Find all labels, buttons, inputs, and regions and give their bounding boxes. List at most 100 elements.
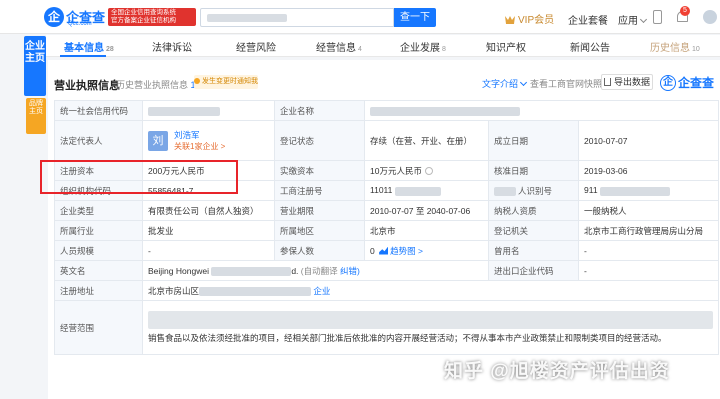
import-export-label: 进出口企业代码 <box>488 260 579 281</box>
company-type-label: 企业类型 <box>54 200 143 221</box>
search-blurred-text <box>207 14 287 22</box>
notify-icon <box>194 78 200 84</box>
company-type-value: 有限责任公司（自然人独资） <box>142 200 275 221</box>
tab-label: 知识产权 <box>486 43 526 54</box>
company-name-value <box>363 100 720 121</box>
reg-authority-label: 登记机关 <box>488 220 579 241</box>
blurred-value <box>599 186 670 196</box>
trend-link[interactable]: 趋势图 > <box>377 246 423 256</box>
table-row: 所属行业 批发业 所属地区 北京市 登记机关 北京市工商行政管理局房山分局 <box>54 220 720 241</box>
tab-ip[interactable]: 知识产权 <box>486 39 526 54</box>
biz-reg-cell: 11011 <box>364 180 489 201</box>
term-label: 营业期限 <box>274 200 365 221</box>
official-snapshot-link[interactable]: 查看工商官网快照 <box>530 77 602 90</box>
insured-cell: 0 趋势图 > <box>364 240 489 261</box>
address-label: 注册地址 <box>54 280 143 301</box>
credit-code-label: 统一社会信用代码 <box>54 100 143 121</box>
active-tab-indicator <box>60 55 106 57</box>
scope-value: 销售食品以及依法须经批准的项目，经相关部门批准后依批准的内容开展经营活动；不得从… <box>148 333 667 343</box>
table-row: 英文名 Beijing Hongwei d. (自动翻译 纠错) 进出口企业代码… <box>54 260 720 281</box>
english-name-suffix: d. <box>291 265 299 276</box>
user-avatar[interactable] <box>703 10 717 24</box>
change-notify-button[interactable]: 发生变更时通知我 <box>194 75 258 89</box>
table-row: 人员规模 - 参保人数 0 趋势图 > 曾用名 - <box>54 240 720 261</box>
correction-link[interactable]: 纠错) <box>340 266 360 276</box>
tab-label: 历史信息 <box>650 43 690 54</box>
taxpayer-id-label-cell: 人识别号 <box>488 180 579 201</box>
brand-mark: 企 <box>660 74 676 91</box>
history-license-link[interactable]: 历史营业执照信息 1 <box>116 78 196 91</box>
taxpayer-id-cell: 911 <box>577 180 720 201</box>
crown-icon <box>505 16 515 24</box>
qcc-brand-logo: 企企查查 <box>660 74 714 92</box>
legal-rep-avatar: 刘 <box>148 130 168 151</box>
paid-capital-cell: 10万元人民币 <box>364 160 489 181</box>
tab-label: 基本信息 <box>64 43 104 54</box>
former-name-label: 曾用名 <box>488 240 579 261</box>
text-intro-link[interactable]: 文字介绍 <box>482 77 528 90</box>
region-label: 所属地区 <box>274 220 365 241</box>
staff-size-value: - <box>142 240 275 261</box>
search-input[interactable] <box>200 8 394 27</box>
badge-line-2: 官方备案企业征信机构 <box>111 17 176 24</box>
vip-link[interactable]: VIP会员 <box>505 11 554 26</box>
credit-code-value <box>142 100 275 121</box>
est-date-value: 2010-07-07 <box>577 120 720 161</box>
tab-development[interactable]: 企业发展 8 <box>400 39 446 54</box>
search-button[interactable]: 查一下 <box>394 8 436 27</box>
section-tabs: 基本信息 28 法律诉讼 经营风险 经营信息 4 企业发展 8 知识产权 新闻公告 历… <box>46 35 720 57</box>
export-icon <box>603 78 611 86</box>
english-name-label: 英文名 <box>54 260 143 281</box>
tab-basic-info[interactable]: 基本信息 28 <box>64 39 114 54</box>
address-nearby-link[interactable]: 企业 <box>313 286 330 296</box>
insured-label: 参保人数 <box>274 240 365 261</box>
zhihu-watermark: 知乎 @旭楼资产评估出资 <box>444 361 670 382</box>
help-icon[interactable] <box>424 166 433 175</box>
legal-rep-cell[interactable]: 刘刘浩军关联1家企业 > <box>142 120 275 161</box>
table-row: 法定代表人 刘刘浩军 关联1家企业 > 登记状态 存续（在营、开业、在册） 成立日… <box>54 120 720 161</box>
paid-capital-label: 实缴资本 <box>274 160 365 181</box>
insured-value: 0 <box>370 245 375 256</box>
export-button[interactable]: 导出数据 <box>601 74 653 90</box>
tab-business-info[interactable]: 经营信息 4 <box>316 39 362 54</box>
license-info-table: 统一社会信用代码 企业名称 法定代表人 刘刘浩军 关联1家企业 > 登记状态 存续… <box>54 100 720 355</box>
top-bar: 企 企查查 Qcc.com 全国企业信用查询系统 官方备案企业征信机构 查一下 … <box>0 0 720 34</box>
tab-business-risk[interactable]: 经营风险 <box>236 39 276 54</box>
table-row: 企业类型 有限责任公司（自然人独资） 营业期限 2010-07-07 至 204… <box>54 200 720 221</box>
package-link[interactable]: 企业套餐 <box>568 12 608 27</box>
taxpayer-qual-label: 纳税人资质 <box>488 200 579 221</box>
tab-history[interactable]: 历史信息 10 <box>650 39 700 54</box>
industry-value: 批发业 <box>142 220 275 241</box>
tab-count: 28 <box>106 46 114 53</box>
blurred-value <box>494 186 516 196</box>
taxpayer-qual-value: 一般纳税人 <box>577 200 720 221</box>
blurred-value <box>148 311 714 329</box>
legal-rep-name[interactable]: 刘浩军 <box>174 130 200 140</box>
tab-label: 新闻公告 <box>570 43 610 54</box>
brand-home-tab[interactable]: 品牌主页 <box>26 98 46 134</box>
industry-label: 所属行业 <box>54 220 143 241</box>
taxpayer-id-label: 人识别号 <box>518 185 553 196</box>
history-label: 历史营业执照信息 <box>116 80 189 90</box>
qcc-logo[interactable]: 企 企查查 Qcc.com <box>44 7 106 29</box>
logo-url: Qcc.com <box>68 21 92 27</box>
tab-count: 4 <box>358 46 362 53</box>
region-value: 北京市 <box>364 220 489 241</box>
company-home-tab[interactable]: 企业主页 <box>24 36 46 96</box>
english-name-value: Beijing Hongwei <box>148 265 209 276</box>
tab-litigation[interactable]: 法律诉讼 <box>152 39 192 54</box>
credit-system-badge: 全国企业信用查询系统 官方备案企业征信机构 <box>108 8 196 26</box>
phone-icon[interactable] <box>653 10 662 24</box>
tab-count: 10 <box>692 46 700 53</box>
legal-rep-related-link[interactable]: 关联1家企业 > <box>174 142 225 151</box>
term-value: 2010-07-07 至 2040-07-06 <box>364 200 489 221</box>
table-row: 经营范围 销售食品以及依法须经批准的项目，经相关部门批准后依批准的内容开展经营活… <box>54 300 720 355</box>
auto-translate-note: (自动翻译 <box>300 265 338 276</box>
brand-name: 企查查 <box>678 76 715 90</box>
badge-line-1: 全国企业信用查询系统 <box>111 9 176 16</box>
blurred-value <box>211 266 292 276</box>
company-name-label: 企业名称 <box>274 100 365 121</box>
approval-date-value: 2019-03-06 <box>577 160 720 181</box>
apps-menu[interactable]: 应用 <box>618 12 648 27</box>
tab-news[interactable]: 新闻公告 <box>570 39 610 54</box>
